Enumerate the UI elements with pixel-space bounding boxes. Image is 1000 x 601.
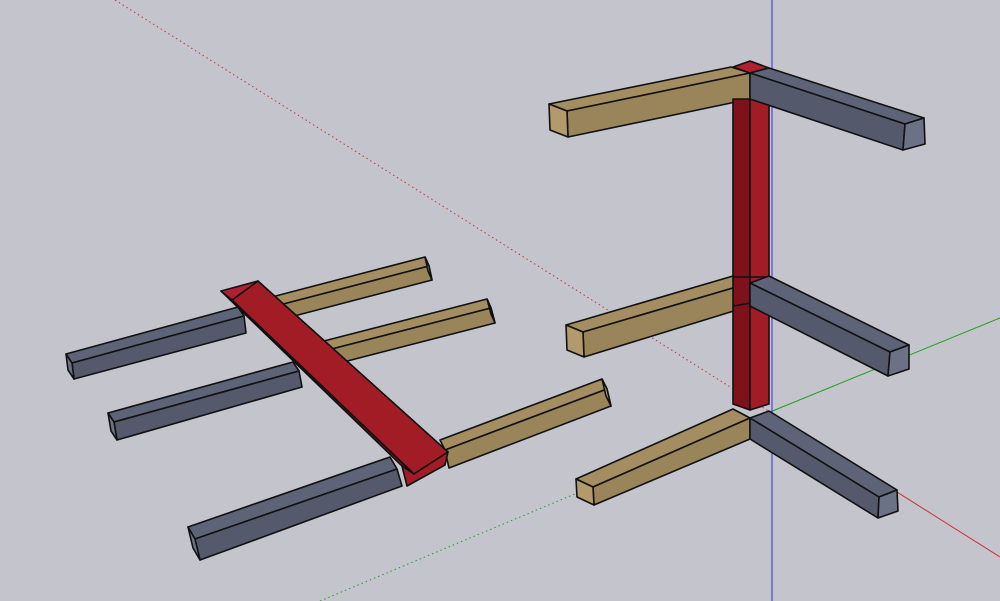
red-post-left-face	[732, 98, 751, 411]
red-post-right-face	[749, 92, 770, 411]
modeling-viewport[interactable]	[0, 0, 1000, 601]
red-post[interactable]	[732, 60, 770, 411]
3d-scene[interactable]	[0, 0, 1000, 601]
slate-member-end	[902, 117, 926, 151]
viewport-background	[0, 0, 1000, 601]
